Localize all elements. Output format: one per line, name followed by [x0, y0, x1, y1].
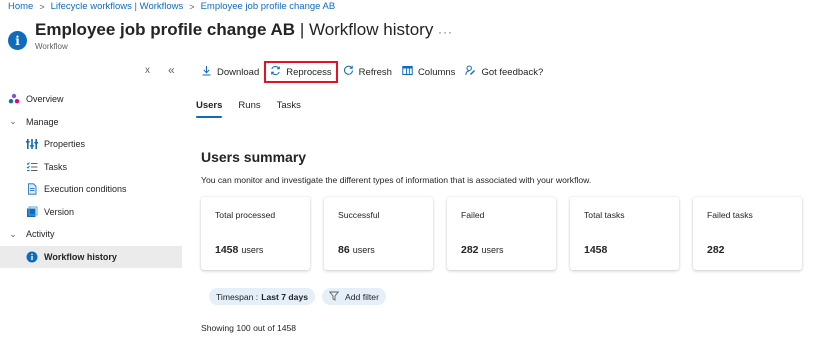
card-number: 86 [338, 244, 350, 256]
chevron-down-icon: ⌄ [9, 116, 17, 127]
refresh-button[interactable]: Refresh [338, 62, 397, 82]
sidebar: Overview ⌄ Manage Properties Tasks Execu… [0, 88, 182, 268]
sidebar-item-properties[interactable]: Properties [0, 133, 182, 156]
info-icon [26, 251, 38, 263]
sidebar-item-workflow-history[interactable]: Workflow history [0, 245, 182, 268]
sidebar-item-execution-conditions[interactable]: Execution conditions [0, 178, 182, 201]
sidebar-item-version[interactable]: Version [0, 201, 182, 224]
summary-cards: Total processed 1458 users Successful 86 u… [201, 197, 802, 270]
filter-bar: Timespan : Last 7 days Add filter [209, 288, 393, 305]
refresh-icon [343, 65, 354, 79]
command-bar: Download Reprocess Refresh Columns Got f… [196, 61, 548, 83]
results-count: Showing 100 out of 1458 [201, 323, 297, 333]
breadcrumb: Home > Lifecycle workflows | Workflows >… [8, 1, 335, 12]
sidebar-item-label: Tasks [44, 161, 68, 172]
document-icon [26, 183, 38, 195]
timespan-filter[interactable]: Timespan : Last 7 days [209, 288, 316, 305]
card-value: 1458 users [215, 244, 263, 256]
feedback-icon [465, 65, 476, 79]
sidebar-group-manage[interactable]: ⌄ Manage [0, 111, 182, 134]
add-filter-button[interactable]: Add filter [322, 288, 386, 305]
download-button[interactable]: Download [196, 62, 264, 82]
card-number: 282 [461, 244, 479, 256]
sidebar-group-activity[interactable]: ⌄ Activity [0, 223, 182, 246]
sidebar-item-label: Manage [26, 116, 59, 127]
breadcrumb-workflows[interactable]: Lifecycle workflows | Workflows [51, 1, 184, 12]
collapse-sidebar-button[interactable]: « [168, 63, 175, 77]
reprocess-icon [270, 65, 281, 79]
timespan-value: Last 7 days [261, 291, 309, 302]
feedback-label: Got feedback? [481, 66, 544, 78]
card-value: 1458 [584, 244, 607, 256]
card-label: Failed [461, 210, 485, 220]
sidebar-item-label: Workflow history [44, 251, 117, 262]
sidebar-item-label: Activity [26, 229, 55, 240]
columns-button[interactable]: Columns [397, 62, 461, 82]
card-total-processed[interactable]: Total processed 1458 users [201, 197, 310, 270]
card-failed-tasks[interactable]: Failed tasks 282 [693, 197, 802, 270]
tab-tasks[interactable]: Tasks [277, 100, 301, 116]
more-actions-button[interactable]: ··· [438, 25, 453, 39]
card-successful[interactable]: Successful 86 users [324, 197, 433, 270]
card-number: 1458 [584, 244, 608, 256]
card-value: 282 users [461, 244, 504, 256]
tab-list: Users Runs Tasks [196, 100, 317, 118]
close-icon[interactable]: x [145, 65, 150, 76]
card-value: 86 users [338, 244, 375, 256]
page-subtitle: Workflow [35, 42, 68, 51]
tab-users[interactable]: Users [196, 100, 223, 118]
columns-icon [402, 65, 413, 79]
download-icon [201, 65, 212, 79]
chevron-down-icon: ⌄ [9, 228, 17, 239]
card-number: 282 [707, 244, 725, 256]
sidebar-item-tasks[interactable]: Tasks [0, 156, 182, 179]
tasks-icon [26, 161, 38, 173]
card-unit: users [352, 245, 375, 255]
info-icon: i [8, 31, 27, 50]
card-label: Failed tasks [707, 210, 753, 220]
card-number: 1458 [215, 244, 239, 256]
feedback-button[interactable]: Got feedback? [460, 62, 548, 82]
reprocess-label: Reprocess [286, 66, 332, 78]
card-unit: users [241, 245, 264, 255]
section-title: Users summary [201, 149, 307, 165]
card-failed[interactable]: Failed 282 users [447, 197, 556, 270]
timespan-label: Timespan : [216, 291, 259, 302]
add-filter-label: Add filter [345, 291, 379, 302]
card-value: 282 [707, 244, 725, 256]
properties-icon [26, 138, 38, 150]
reprocess-button[interactable]: Reprocess [264, 61, 338, 83]
card-label: Total tasks [584, 210, 625, 220]
overview-icon [8, 93, 20, 105]
refresh-label: Refresh [358, 66, 392, 78]
card-unit: users [481, 245, 504, 255]
card-label: Successful [338, 210, 380, 220]
section-description: You can monitor and investigate the diff… [201, 175, 592, 185]
page-title: Employee job profile change AB | Workflo… [35, 20, 433, 40]
sidebar-item-label: Execution conditions [44, 184, 127, 195]
breadcrumb-separator: > [39, 1, 45, 12]
columns-label: Columns [417, 66, 456, 78]
breadcrumb-workflow[interactable]: Employee job profile change AB [201, 1, 336, 12]
page-title-section: | Workflow history [295, 20, 434, 39]
sidebar-item-label: Overview [26, 94, 64, 105]
tab-runs[interactable]: Runs [238, 100, 260, 116]
breadcrumb-home[interactable]: Home [8, 1, 33, 12]
page-title-name: Employee job profile change AB [35, 20, 296, 39]
sidebar-item-label: Version [44, 206, 75, 217]
sidebar-item-label: Properties [44, 139, 86, 150]
version-icon [26, 206, 38, 218]
sidebar-item-overview[interactable]: Overview [0, 88, 182, 111]
page-header: i Employee job profile change AB | Workf… [8, 20, 433, 50]
filter-icon [328, 291, 340, 303]
card-total-tasks[interactable]: Total tasks 1458 [570, 197, 679, 270]
card-label: Total processed [215, 210, 276, 220]
download-label: Download [217, 66, 260, 78]
breadcrumb-separator: > [189, 1, 195, 12]
